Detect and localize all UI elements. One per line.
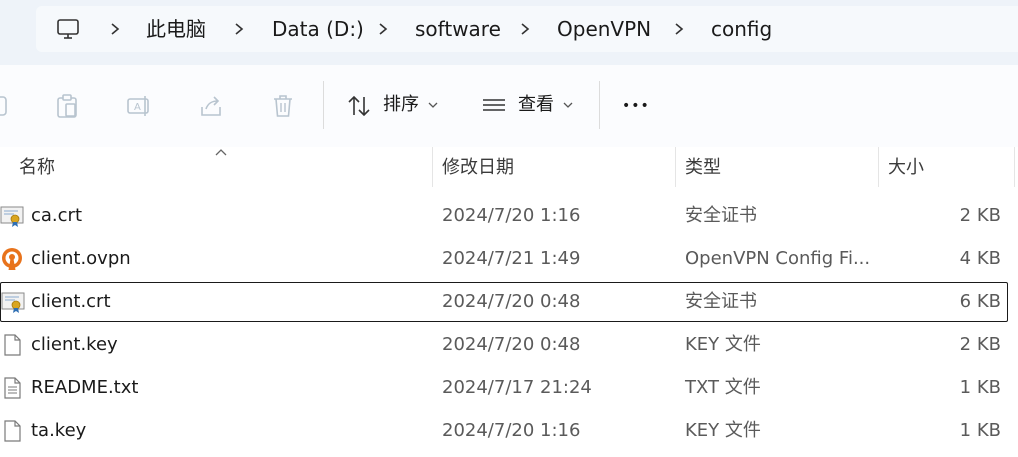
file-date: 2024/7/20 0:48 xyxy=(442,334,581,355)
breadcrumb-openvpn[interactable]: OpenVPN xyxy=(557,6,651,52)
blank-file-icon xyxy=(4,420,21,442)
breadcrumb-data-drive[interactable]: Data (D:) xyxy=(272,6,364,52)
delete-icon[interactable] xyxy=(270,93,296,119)
blank-file-icon xyxy=(4,334,21,356)
file-name[interactable]: README.txt xyxy=(31,368,138,408)
file-date: 2024/7/21 1:49 xyxy=(442,248,581,269)
openvpn-icon xyxy=(2,248,22,270)
file-date: 2024/7/20 1:16 xyxy=(442,420,581,441)
file-explorer-window: 此电脑 Data (D:) software OpenVPN config A … xyxy=(0,0,1018,457)
file-type: 安全证书 xyxy=(685,291,757,312)
column-divider[interactable] xyxy=(878,147,879,187)
column-header-row: 名称 修改日期 类型 大小 xyxy=(0,147,1018,189)
paste-icon[interactable] xyxy=(54,93,80,119)
address-bar-region: 此电脑 Data (D:) software OpenVPN config xyxy=(0,0,1018,65)
this-pc-icon[interactable] xyxy=(56,17,80,41)
chevron-right-icon[interactable] xyxy=(519,22,531,36)
file-name[interactable]: client.key xyxy=(31,325,118,365)
view-button[interactable]: 查看 xyxy=(518,90,554,120)
file-type: TXT 文件 xyxy=(685,377,761,398)
share-icon[interactable] xyxy=(198,93,224,119)
file-name[interactable]: client.ovpn xyxy=(31,239,131,279)
column-header-name[interactable]: 名称 xyxy=(19,147,55,189)
chevron-right-icon[interactable] xyxy=(233,22,245,36)
chevron-right-icon[interactable] xyxy=(109,22,121,36)
file-row[interactable]: ta.key 2024/7/20 1:16 KEY 文件 1 KB xyxy=(0,411,1008,451)
column-divider[interactable] xyxy=(432,147,433,187)
breadcrumb-this-pc[interactable]: 此电脑 xyxy=(146,6,206,52)
file-date: 2024/7/20 0:48 xyxy=(442,291,581,312)
column-header-size[interactable]: 大小 xyxy=(888,147,924,189)
file-row[interactable]: client.ovpn 2024/7/21 1:49 OpenVPN Confi… xyxy=(0,239,1008,279)
chevron-down-icon[interactable] xyxy=(428,101,438,109)
column-divider[interactable] xyxy=(675,147,676,187)
column-header-type[interactable]: 类型 xyxy=(685,147,721,189)
rename-icon[interactable]: A xyxy=(126,93,152,119)
file-row[interactable]: client.key 2024/7/20 0:48 KEY 文件 2 KB xyxy=(0,325,1008,365)
file-size: 6 KB xyxy=(959,291,1001,312)
svg-text:A: A xyxy=(134,102,141,113)
toolbar-divider xyxy=(599,81,600,129)
certificate-icon xyxy=(1,292,25,313)
file-row-selected[interactable]: client.crt 2024/7/20 0:48 安全证书 6 KB xyxy=(0,282,1008,322)
sort-icon[interactable] xyxy=(346,93,372,119)
file-size: 2 KB xyxy=(959,334,1001,355)
cut-icon[interactable] xyxy=(0,93,10,119)
file-date: 2024/7/17 21:24 xyxy=(442,377,592,398)
file-row[interactable]: README.txt 2024/7/17 21:24 TXT 文件 1 KB xyxy=(0,368,1008,408)
address-bar[interactable]: 此电脑 Data (D:) software OpenVPN config xyxy=(36,6,1018,52)
column-header-date[interactable]: 修改日期 xyxy=(442,147,514,189)
file-date: 2024/7/20 1:16 xyxy=(442,205,581,226)
file-type: KEY 文件 xyxy=(685,420,761,441)
file-type: KEY 文件 xyxy=(685,334,761,355)
column-divider[interactable] xyxy=(1014,147,1015,187)
sort-button[interactable]: 排序 xyxy=(383,90,419,120)
file-type: OpenVPN Config Fi... xyxy=(685,248,871,269)
file-size: 4 KB xyxy=(959,248,1001,269)
file-type: 安全证书 xyxy=(685,205,757,226)
chevron-right-icon[interactable] xyxy=(673,22,685,36)
certificate-icon xyxy=(0,206,24,227)
command-bar: A 排序 查看 ••• xyxy=(0,65,1018,148)
file-name[interactable]: client.crt xyxy=(31,282,111,322)
file-size: 1 KB xyxy=(959,377,1001,398)
chevron-down-icon[interactable] xyxy=(563,101,573,109)
file-size: 1 KB xyxy=(959,420,1001,441)
chevron-right-icon[interactable] xyxy=(377,22,389,36)
sort-ascending-caret-icon xyxy=(215,149,227,156)
file-size: 2 KB xyxy=(959,205,1001,226)
breadcrumb-software[interactable]: software xyxy=(415,6,501,52)
breadcrumb-config[interactable]: config xyxy=(711,6,772,52)
text-file-icon xyxy=(4,377,21,399)
file-name[interactable]: ta.key xyxy=(31,411,86,451)
file-row[interactable]: ca.crt 2024/7/20 1:16 安全证书 2 KB xyxy=(0,196,1008,236)
toolbar-divider xyxy=(323,81,324,129)
view-icon[interactable] xyxy=(481,93,507,119)
more-options-button[interactable]: ••• xyxy=(622,91,650,121)
file-name[interactable]: ca.crt xyxy=(31,196,82,236)
